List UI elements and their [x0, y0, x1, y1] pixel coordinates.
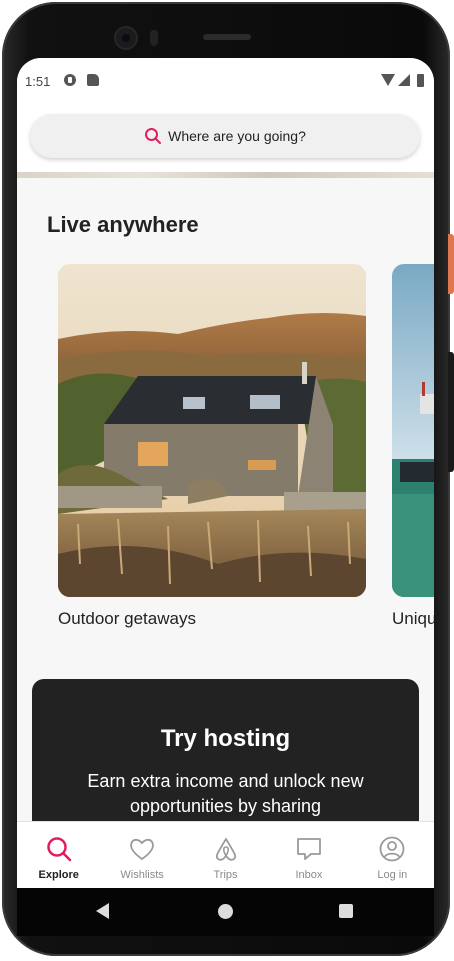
- tab-label: Log in: [377, 869, 408, 881]
- recent-apps-icon[interactable]: [339, 904, 353, 918]
- search-bar[interactable]: Where are you going?: [30, 114, 420, 158]
- hero-image-edge: [17, 172, 434, 178]
- hosting-description: Earn extra income and unlock new opportu…: [87, 771, 364, 816]
- card-label[interactable]: Outdoor getaways: [58, 609, 196, 629]
- cabin-landscape-illustration: [58, 264, 366, 597]
- unique-stays-image[interactable]: [392, 264, 434, 597]
- seaside-illustration: [392, 264, 434, 597]
- tab-label: Wishlists: [120, 869, 164, 881]
- outdoor-getaways-image[interactable]: [58, 264, 366, 597]
- heart-icon: [130, 838, 154, 861]
- tab-label: Trips: [213, 869, 238, 881]
- app-screen: 1:51 Where are you going? Live anywhere: [17, 58, 434, 888]
- home-icon[interactable]: [218, 904, 233, 919]
- hosting-title: Try hosting: [160, 725, 291, 752]
- proximity-sensor: [150, 30, 158, 46]
- cellular-icon: [398, 74, 410, 86]
- tab-explore[interactable]: Explore: [17, 822, 100, 888]
- tab-login[interactable]: Log in: [351, 822, 434, 888]
- earpiece-speaker: [203, 34, 251, 40]
- tab-label: Explore: [38, 869, 79, 881]
- airbnb-logo-icon: [215, 838, 236, 861]
- tab-wishlists[interactable]: Wishlists: [100, 822, 183, 888]
- status-bar: 1:51: [17, 58, 434, 100]
- status-time: 1:51: [25, 74, 51, 89]
- card-label[interactable]: Unique stays: [392, 609, 434, 629]
- search-placeholder: Where are you going?: [168, 128, 306, 144]
- power-button[interactable]: [448, 234, 454, 294]
- tab-label: Inbox: [295, 869, 323, 881]
- volume-button[interactable]: [448, 352, 454, 472]
- android-nav-bar: [17, 888, 434, 936]
- front-camera: [116, 28, 136, 48]
- section-title: Live anywhere: [47, 212, 199, 237]
- search-icon: [46, 837, 71, 862]
- search-icon: [145, 128, 162, 144]
- search-header: Where are you going?: [17, 100, 434, 176]
- notification-icon: [64, 74, 76, 86]
- profile-icon: [379, 836, 405, 862]
- back-icon[interactable]: [96, 903, 109, 919]
- bottom-tab-bar: Explore Wishlists Trips Inbox Log in: [17, 821, 434, 888]
- sd-card-icon: [87, 74, 99, 86]
- tab-inbox[interactable]: Inbox: [267, 822, 350, 888]
- message-icon: [297, 838, 321, 860]
- tab-trips[interactable]: Trips: [184, 822, 267, 888]
- wifi-icon: [381, 74, 395, 86]
- battery-icon: [417, 74, 424, 87]
